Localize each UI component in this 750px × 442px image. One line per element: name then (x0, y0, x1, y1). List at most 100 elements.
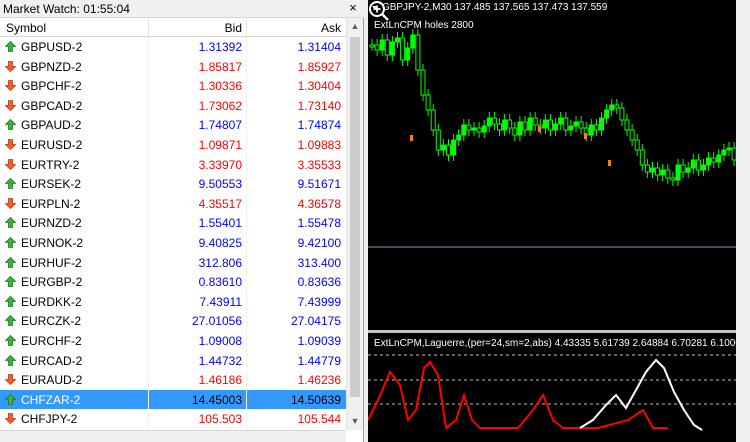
market-watch-row[interactable]: EURUSD-2 1.09871 1.09883 (0, 134, 346, 155)
market-watch-row[interactable]: EURTRY-2 3.33970 3.35533 (0, 154, 346, 175)
candle-body (619, 107, 625, 121)
scroll-down-icon[interactable]: ▼ (347, 413, 363, 430)
candle-body (451, 139, 457, 156)
signal-marker (538, 126, 541, 132)
column-divider (148, 370, 149, 390)
signal-marker (608, 160, 611, 166)
market-watch-row[interactable]: GBPUSD-2 1.31392 1.31404 (0, 37, 346, 57)
symbol-name: EURAUD-2 (21, 373, 83, 388)
market-watch-row[interactable]: EURSEK-2 9.50553 9.51671 (0, 174, 346, 194)
candle-body (446, 144, 451, 156)
candle-body (466, 124, 472, 131)
symbol-list: GBPUSD-2 1.31392 1.31404 GBPNZD-2 1.85817 1.8… (0, 37, 346, 430)
arrow-up-icon (5, 354, 16, 366)
candle-body (456, 134, 462, 141)
market-watch-row[interactable]: EURPLN-2 4.35517 4.36578 (0, 193, 346, 214)
symbol-name: EURCHF-2 (21, 333, 82, 348)
bid-price: 1.74807 (198, 118, 242, 133)
market-watch-row[interactable]: EURDKK-2 7.43911 7.43999 (0, 291, 346, 312)
arrow-up-icon (5, 178, 16, 190)
symbol-name: EURUSD-2 (21, 137, 83, 152)
ask-price: 1.44779 (297, 353, 341, 368)
scrollbar-thumb[interactable] (350, 37, 360, 397)
symbol-name: EURGBP-2 (21, 275, 83, 290)
bid-price: 1.09008 (198, 333, 242, 348)
oscillator-red-line (368, 360, 668, 430)
candle-body (624, 119, 630, 131)
candle-body (389, 41, 395, 56)
ask-price: 1.09039 (297, 333, 341, 348)
symbol-name: EURNZD-2 (21, 216, 82, 231)
candle-body (604, 109, 610, 119)
market-watch-row[interactable]: GBPAUD-2 1.74807 1.74874 (0, 115, 346, 135)
market-watch-row[interactable]: EURCHF-2 1.09008 1.09039 (0, 330, 346, 351)
column-divider (148, 389, 149, 410)
arrow-up-icon (5, 276, 16, 288)
column-divider (148, 56, 149, 77)
bid-price: 3.33970 (198, 157, 242, 172)
market-watch-panel: Market Watch: 01:55:04 × Symbol Bid Ask … (0, 0, 364, 442)
market-watch-row[interactable]: EURCZK-2 27.01056 27.04175 (0, 311, 346, 331)
candle-body (660, 169, 666, 176)
symbol-name: EURPLN-2 (21, 196, 81, 211)
candle-body (614, 104, 620, 109)
candle-body (507, 119, 513, 129)
column-divider (148, 252, 149, 273)
market-watch-row[interactable]: EURNZD-2 1.55401 1.55478 (0, 213, 346, 233)
market-watch-row[interactable]: CHFZAR-2 14.45003 14.50639 (0, 389, 346, 410)
candle-body (706, 157, 712, 166)
candle-body (639, 149, 645, 166)
arrow-up-icon (5, 256, 16, 268)
market-watch-row[interactable]: EURNOK-2 9.40825 9.42100 (0, 232, 346, 253)
price-chart[interactable]: ▼GBPJPY-2,M30 137.485 137.565 137.473 13… (368, 0, 750, 442)
arrow-down-icon (5, 99, 16, 111)
zoom-in-icon[interactable] (368, 0, 390, 22)
candle-body (548, 119, 553, 131)
candle-body (675, 164, 681, 181)
bid-price: 9.40825 (198, 235, 242, 250)
column-divider (148, 95, 149, 116)
candle-body (558, 117, 564, 125)
column-divider[interactable] (148, 18, 149, 37)
market-watch-row[interactable]: EURHUF-2 312.806 313.400 (0, 252, 346, 273)
symbol-name: GBPAUD-2 (21, 118, 82, 133)
close-icon[interactable]: × (346, 1, 360, 15)
market-watch-row[interactable]: GBPCHF-2 1.30336 1.30404 (0, 76, 346, 96)
candle-body (491, 117, 497, 125)
ask-price: 1.73140 (297, 98, 341, 113)
chart-scroll-strip[interactable] (736, 0, 750, 442)
market-watch-row[interactable]: GBPCAD-2 1.73062 1.73140 (0, 95, 346, 116)
market-watch-row[interactable]: CHFJPY-2 105.503 105.544 (0, 409, 346, 429)
candle-body (522, 121, 528, 131)
column-header-bid[interactable]: Bid (150, 21, 242, 35)
candle-body (471, 127, 477, 131)
ask-price: 9.51671 (297, 177, 341, 192)
column-divider (148, 330, 149, 351)
candle-body (374, 44, 380, 51)
symbol-name: GBPNZD-2 (21, 59, 82, 74)
ask-price: 1.46236 (297, 373, 341, 388)
column-divider (148, 193, 149, 214)
vertical-scrollbar[interactable]: ▲ ▼ (346, 18, 363, 430)
arrow-down-icon (5, 80, 16, 92)
subwindow-divider[interactable] (368, 330, 736, 333)
market-watch-row[interactable]: GBPNZD-2 1.85817 1.85927 (0, 56, 346, 77)
column-header-ask[interactable]: Ask (246, 21, 341, 35)
arrow-up-icon (5, 334, 16, 346)
ask-price: 1.31404 (297, 40, 341, 54)
column-divider (148, 291, 149, 312)
ask-price: 9.42100 (297, 235, 341, 250)
scroll-up-icon[interactable]: ▲ (347, 18, 363, 35)
ask-price: 105.544 (297, 412, 341, 427)
chart-canvas[interactable] (368, 0, 736, 442)
column-header-symbol[interactable]: Symbol (6, 21, 46, 35)
column-divider (148, 154, 149, 175)
candle-body (481, 125, 487, 133)
market-watch-row[interactable]: EURGBP-2 0.83610 0.83636 (0, 272, 346, 292)
market-watch-row[interactable]: EURAUD-2 1.46186 1.46236 (0, 370, 346, 390)
candle-body (440, 144, 446, 151)
market-watch-row[interactable]: EURCAD-2 1.44732 1.44779 (0, 350, 346, 371)
ask-price: 0.83636 (297, 275, 341, 290)
candle-body (425, 94, 431, 111)
horizontal-scrollbar[interactable] (0, 430, 346, 442)
